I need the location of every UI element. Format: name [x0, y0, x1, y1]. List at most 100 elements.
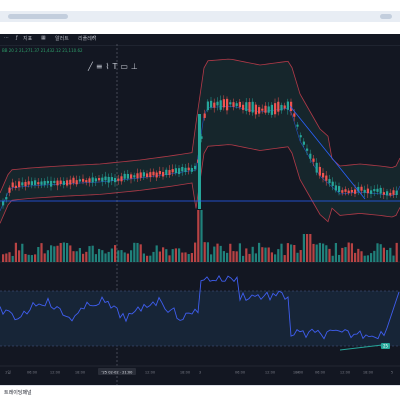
candle: [88, 178, 91, 183]
candle: [242, 104, 245, 110]
candle: [59, 180, 62, 185]
volume-bar: [302, 234, 305, 262]
candle: [190, 167, 193, 172]
volume-bar: [216, 243, 219, 262]
volume-bar: [203, 242, 206, 262]
candle: [254, 104, 257, 115]
volume-bar: [130, 250, 133, 262]
volume-bar: [78, 248, 81, 262]
volume-bar: [120, 250, 123, 262]
volume-bar: [59, 242, 62, 262]
volume-bar: [165, 249, 168, 262]
candle: [293, 113, 296, 117]
volume-bar: [110, 248, 113, 262]
candle: [40, 181, 43, 185]
volume-bar: [82, 253, 85, 262]
candle: [379, 187, 382, 194]
volume-bar: [309, 234, 312, 262]
volume-bar: [94, 254, 97, 262]
volume-bar: [312, 243, 315, 262]
volume-bar: [34, 254, 37, 262]
volume-bar: [235, 251, 238, 262]
volume-bar: [389, 247, 392, 262]
candle: [270, 104, 273, 115]
address-bar[interactable]: [8, 14, 68, 19]
candle: [82, 178, 85, 182]
volume-bar: [318, 242, 321, 262]
volume-bar: [178, 248, 181, 262]
candle: [238, 101, 241, 108]
candle: [2, 201, 5, 206]
volume-bar: [171, 249, 174, 262]
candle: [18, 181, 21, 188]
volume-bar: [107, 251, 110, 262]
candle: [325, 175, 328, 181]
candle: [210, 100, 213, 108]
volume-bar: [306, 234, 309, 262]
volume-bar: [331, 255, 334, 262]
volume-bar: [232, 251, 235, 262]
browser-menu-icon[interactable]: [380, 14, 392, 19]
volume-bar: [190, 253, 193, 262]
candle: [283, 105, 286, 109]
volume-bar: [85, 251, 88, 262]
price-chart[interactable]: 25 2일 06:00 12:00 18:00 '25 02-02 · 21:00 12:…: [0, 34, 400, 385]
candle: [274, 103, 277, 115]
candle: [363, 189, 366, 193]
candle: [392, 190, 395, 195]
candle: [50, 180, 53, 187]
time-axis[interactable]: 2일 06:00 12:00 18:00 '25 02-02 · 21:00 12:00 1…: [5, 368, 393, 375]
candle: [360, 186, 363, 191]
candle: [350, 189, 353, 193]
volume-bar: [149, 255, 152, 262]
candle: [373, 189, 376, 192]
volume-bar: [386, 250, 389, 262]
volume-bar: [338, 254, 341, 262]
candle: [53, 180, 56, 183]
time-axis-label: '25 02-02 · 21:00: [102, 371, 134, 375]
candle: [85, 180, 88, 183]
volume-bar: [98, 248, 101, 262]
candle: [66, 180, 69, 186]
candle: [280, 104, 283, 111]
volume-bar: [27, 254, 30, 262]
time-axis-label: 5: [391, 371, 393, 375]
time-axis-label: 12:00: [340, 371, 351, 375]
volume-bar: [117, 250, 120, 262]
volume-bar: [187, 254, 190, 262]
volume-bar: [328, 248, 331, 262]
volume-bar: [357, 248, 360, 262]
volume-bar: [66, 242, 69, 262]
volume-bar: [24, 253, 27, 262]
time-axis-label: 12:00: [145, 371, 156, 375]
candle: [299, 135, 302, 138]
candle: [8, 187, 11, 193]
chart-area[interactable]: ⋯ ƒ 지표 ▦ 알러트 리플레이 ↶ BB 20 2 21,271.37 21…: [0, 34, 400, 385]
trading-panel-tab[interactable]: 트레이딩패널: [4, 389, 32, 396]
volume-bar: [210, 254, 213, 262]
volume-bar: [43, 253, 46, 262]
volume-bar: [254, 253, 257, 262]
volume-bar: [258, 242, 261, 262]
volume-bar: [181, 252, 184, 262]
volume-bar: [114, 245, 117, 262]
candle: [94, 178, 97, 182]
volume-bar: [261, 247, 264, 262]
volume-bar: [37, 247, 40, 262]
volume-bar: [168, 255, 171, 262]
candle: [91, 177, 94, 183]
candle: [178, 168, 181, 175]
candle: [286, 101, 289, 110]
candle: [114, 177, 117, 183]
volume-bar: [219, 245, 222, 262]
candle: [46, 180, 49, 184]
volume-bar: [296, 252, 299, 262]
candle: [37, 182, 40, 185]
candle: [376, 188, 379, 192]
candle: [184, 167, 187, 172]
volume-bar: [126, 253, 129, 262]
volume-bar: [376, 243, 379, 262]
candle: [123, 173, 126, 179]
volume-bar: [286, 243, 289, 262]
volume-bar: [379, 244, 382, 262]
